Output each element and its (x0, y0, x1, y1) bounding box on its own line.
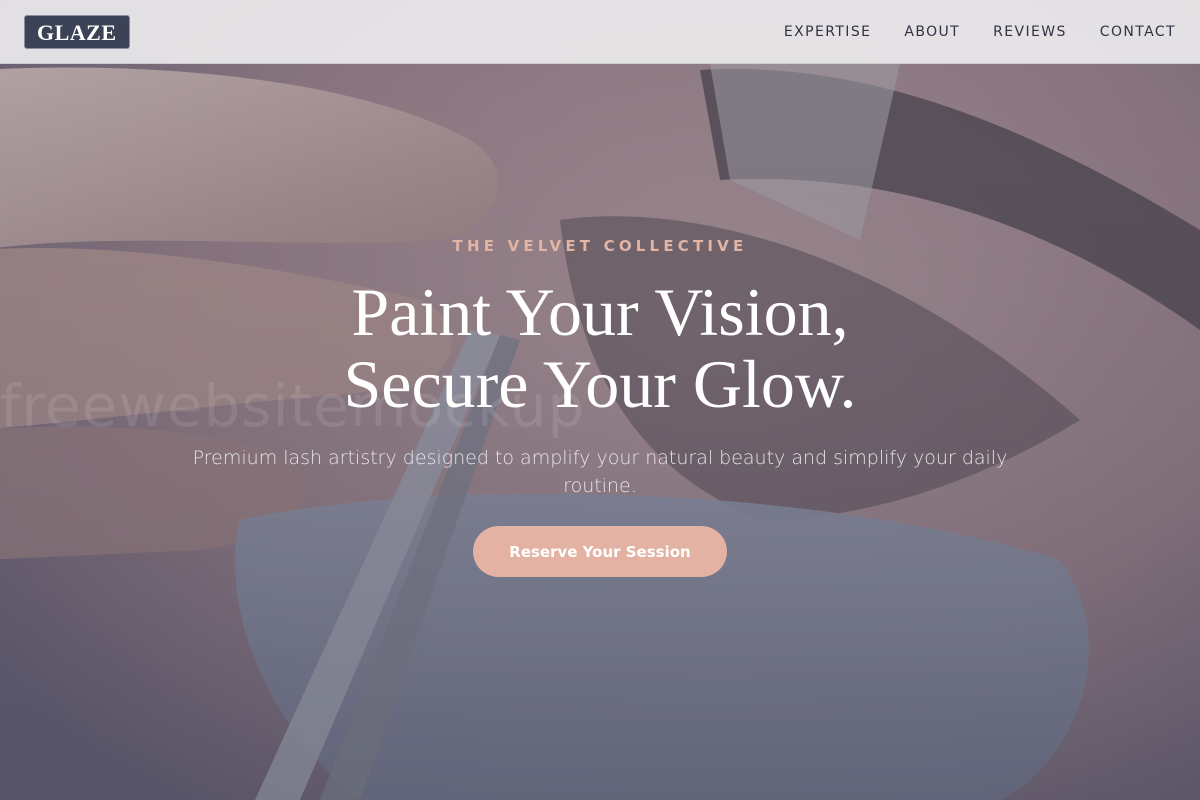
hero-eyebrow: THE VELVET COLLECTIVE (452, 237, 748, 255)
nav-link-expertise[interactable]: EXPERTISE (784, 24, 871, 40)
hero-headline: Paint Your Vision, Secure Your Glow. (0, 276, 1200, 420)
main-nav: EXPERTISE ABOUT REVIEWS CONTACT (784, 24, 1176, 40)
nav-link-contact[interactable]: CONTACT (1100, 24, 1176, 40)
nav-link-reviews[interactable]: REVIEWS (993, 24, 1067, 40)
hero-headline-line-1: Paint Your Vision, (351, 274, 849, 350)
hero-subtext: Premium lash artistry designed to amplif… (192, 447, 1008, 497)
brand-logo[interactable]: GLAZE (24, 14, 130, 49)
nav-link-about[interactable]: ABOUT (904, 24, 960, 40)
reserve-session-button[interactable]: Reserve Your Session (473, 526, 727, 577)
hero-headline-line-2: Secure Your Glow. (343, 346, 857, 422)
site-header: GLAZE EXPERTISE ABOUT REVIEWS CONTACT (0, 0, 1200, 64)
hero-section: THE VELVET COLLECTIVE Paint Your Vision,… (0, 0, 1200, 800)
